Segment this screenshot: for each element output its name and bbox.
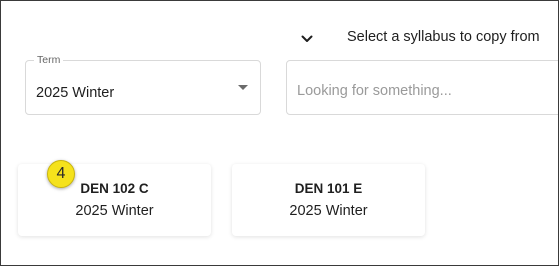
term-select-value: 2025 Winter xyxy=(36,85,115,101)
course-code: DEN 102 C xyxy=(80,181,149,196)
section-heading: Select a syllabus to copy from xyxy=(347,29,540,45)
course-code: DEN 101 E xyxy=(294,181,363,196)
collapse-toggle-button[interactable] xyxy=(294,26,320,52)
course-term: 2025 Winter xyxy=(289,203,368,219)
course-card[interactable]: DEN 101 E 2025 Winter xyxy=(232,164,425,236)
step-number-badge: 4 xyxy=(47,160,75,188)
caret-down-icon xyxy=(238,85,248,90)
search-field[interactable] xyxy=(286,60,558,115)
chevron-down-icon xyxy=(301,35,313,42)
syllabus-copy-panel: Select a syllabus to copy from Term 2025… xyxy=(0,0,559,266)
term-select[interactable]: Term 2025 Winter xyxy=(25,54,261,115)
term-select-label: Term xyxy=(34,54,64,66)
search-input[interactable] xyxy=(297,83,557,99)
course-term: 2025 Winter xyxy=(75,203,154,219)
